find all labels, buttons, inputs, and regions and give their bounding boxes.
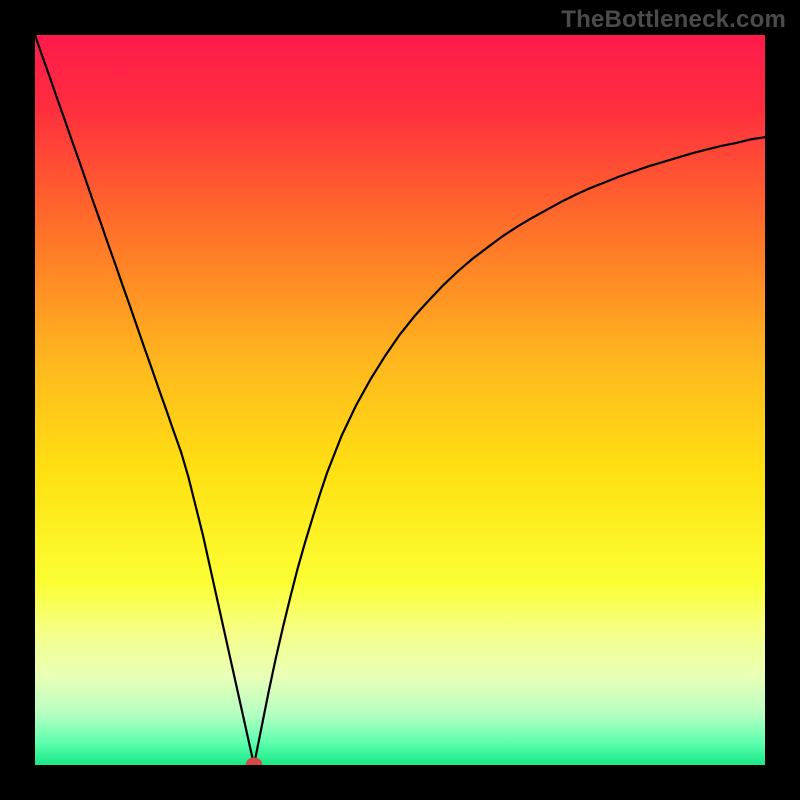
chart-frame: TheBottleneck.com bbox=[0, 0, 800, 800]
watermark-text: TheBottleneck.com bbox=[561, 6, 786, 34]
gradient-background bbox=[35, 35, 765, 765]
bottleneck-chart bbox=[35, 35, 765, 765]
plot-area bbox=[35, 35, 765, 765]
